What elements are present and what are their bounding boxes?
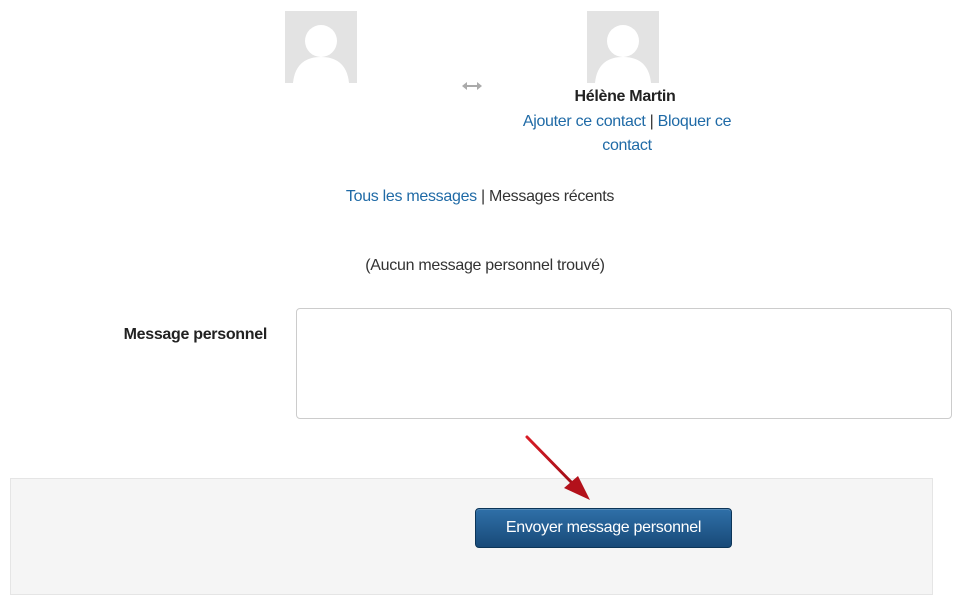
message-filters: Tous les messages | Messages récents [290,188,670,206]
form-actions-bar [10,478,933,595]
annotation-arrow-icon [525,435,590,500]
no-messages-note: (Aucun message personnel trouvé) [365,257,605,274]
contact-name: Hélène Martin [574,88,676,105]
separator: | [481,188,485,205]
default-user-avatar-icon [285,11,357,83]
add-contact-link[interactable]: Ajouter ce contact [523,113,646,130]
messaging-page: Hélène Martin Ajouter ce contact | Bloqu… [0,0,961,605]
left-right-arrow-icon [462,82,482,90]
contact-actions: Ajouter ce contact | Bloquer ce contact [514,110,740,158]
message-textarea[interactable] [296,308,952,419]
recent-messages-label: Messages récents [489,188,615,205]
default-user-avatar-icon [587,11,659,83]
separator: | [649,113,654,130]
contact-avatar [587,11,659,83]
send-message-button[interactable]: Envoyer message personnel [475,508,732,548]
all-messages-link[interactable]: Tous les messages [346,188,477,205]
message-field-label: Message personnel [123,326,268,343]
own-avatar [285,11,357,83]
